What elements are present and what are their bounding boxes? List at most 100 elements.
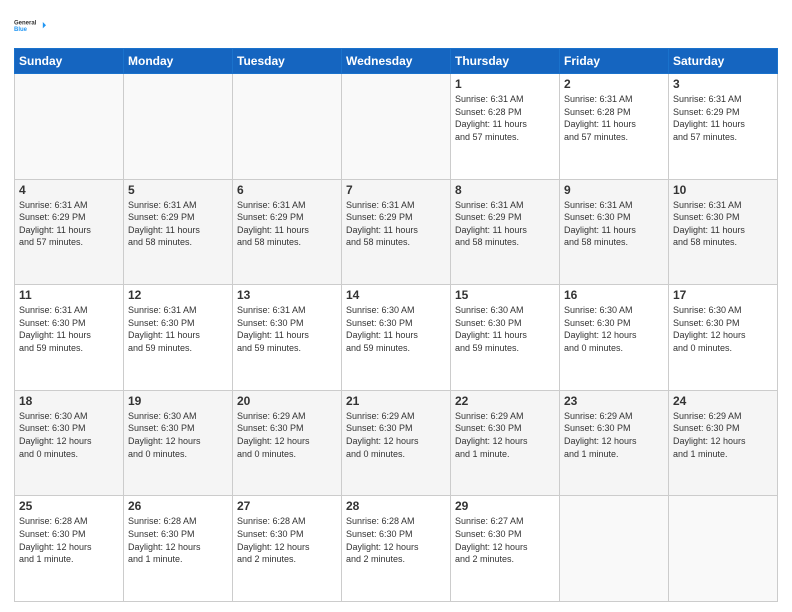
day-number: 16 — [564, 288, 664, 302]
calendar-cell: 13 Sunrise: 6:31 AM Sunset: 6:30 PM Dayli… — [233, 285, 342, 391]
day-number: 1 — [455, 77, 555, 91]
day-info: Sunrise: 6:29 AM Sunset: 6:30 PM Dayligh… — [564, 410, 664, 460]
calendar-cell: 16 Sunrise: 6:30 AM Sunset: 6:30 PM Dayli… — [560, 285, 669, 391]
page-container: General Blue SundayMondayTuesdayWednesda… — [0, 0, 792, 612]
day-info: Sunrise: 6:31 AM Sunset: 6:30 PM Dayligh… — [237, 304, 337, 354]
calendar-cell: 5Sunrise: 6:31 AM Sunset: 6:29 PM Daylig… — [124, 179, 233, 285]
logo-svg: General Blue — [14, 10, 46, 42]
day-info: Sunrise: 6:31 AM Sunset: 6:29 PM Dayligh… — [19, 199, 119, 249]
calendar-cell: 2 Sunrise: 6:31 AM Sunset: 6:28 PM Daylig… — [560, 74, 669, 180]
day-number: 11 — [19, 288, 119, 302]
day-info: Sunrise: 6:31 AM Sunset: 6:29 PM Dayligh… — [346, 199, 446, 249]
calendar-table: SundayMondayTuesdayWednesdayThursdayFrid… — [14, 48, 778, 602]
day-number: 26 — [128, 499, 228, 513]
calendar-cell — [669, 496, 778, 602]
day-info: Sunrise: 6:31 AM Sunset: 6:29 PM Dayligh… — [237, 199, 337, 249]
day-info: Sunrise: 6:31 AM Sunset: 6:29 PM Dayligh… — [673, 93, 773, 143]
day-info: Sunrise: 6:31 AM Sunset: 6:28 PM Dayligh… — [455, 93, 555, 143]
day-info: Sunrise: 6:28 AM Sunset: 6:30 PM Dayligh… — [19, 515, 119, 565]
day-info: Sunrise: 6:27 AM Sunset: 6:30 PM Dayligh… — [455, 515, 555, 565]
day-info: Sunrise: 6:30 AM Sunset: 6:30 PM Dayligh… — [564, 304, 664, 354]
day-number: 14 — [346, 288, 446, 302]
day-header-thursday: Thursday — [451, 49, 560, 74]
calendar-week-row: 11 Sunrise: 6:31 AM Sunset: 6:30 PM Dayli… — [15, 285, 778, 391]
day-number: 3 — [673, 77, 773, 91]
day-number: 9 — [564, 183, 664, 197]
day-header-sunday: Sunday — [15, 49, 124, 74]
day-number: 21 — [346, 394, 446, 408]
header: General Blue — [14, 10, 778, 42]
day-info: Sunrise: 6:29 AM Sunset: 6:30 PM Dayligh… — [346, 410, 446, 460]
calendar-cell: 24 Sunrise: 6:29 AM Sunset: 6:30 PM Dayli… — [669, 390, 778, 496]
calendar-cell: 29 Sunrise: 6:27 AM Sunset: 6:30 PM Dayli… — [451, 496, 560, 602]
day-info: Sunrise: 6:29 AM Sunset: 6:30 PM Dayligh… — [237, 410, 337, 460]
day-info: Sunrise: 6:31 AM Sunset: 6:30 PM Dayligh… — [673, 199, 773, 249]
day-header-saturday: Saturday — [669, 49, 778, 74]
calendar-cell: 11 Sunrise: 6:31 AM Sunset: 6:30 PM Dayli… — [15, 285, 124, 391]
calendar-cell: 25 Sunrise: 6:28 AM Sunset: 6:30 PM Dayli… — [15, 496, 124, 602]
calendar-cell: 21 Sunrise: 6:29 AM Sunset: 6:30 PM Dayli… — [342, 390, 451, 496]
calendar-cell: 19Sunrise: 6:30 AM Sunset: 6:30 PM Dayli… — [124, 390, 233, 496]
calendar-cell: 26 Sunrise: 6:28 AM Sunset: 6:30 PM Dayli… — [124, 496, 233, 602]
calendar-cell: 20 Sunrise: 6:29 AM Sunset: 6:30 PM Dayli… — [233, 390, 342, 496]
calendar-week-row: 25 Sunrise: 6:28 AM Sunset: 6:30 PM Dayli… — [15, 496, 778, 602]
day-number: 10 — [673, 183, 773, 197]
calendar-cell: 6 Sunrise: 6:31 AM Sunset: 6:29 PM Daylig… — [233, 179, 342, 285]
day-info: Sunrise: 6:31 AM Sunset: 6:29 PM Dayligh… — [455, 199, 555, 249]
day-info: Sunrise: 6:31 AM Sunset: 6:28 PM Dayligh… — [564, 93, 664, 143]
calendar-cell: 27 Sunrise: 6:28 AM Sunset: 6:30 PM Dayli… — [233, 496, 342, 602]
calendar-cell: 4 Sunrise: 6:31 AM Sunset: 6:29 PM Daylig… — [15, 179, 124, 285]
day-info: Sunrise: 6:31 AM Sunset: 6:29 PM Dayligh… — [128, 199, 228, 249]
day-number: 22 — [455, 394, 555, 408]
day-number: 24 — [673, 394, 773, 408]
calendar-cell: 18Sunrise: 6:30 AM Sunset: 6:30 PM Dayli… — [15, 390, 124, 496]
day-info: Sunrise: 6:30 AM Sunset: 6:30 PM Dayligh… — [673, 304, 773, 354]
day-header-wednesday: Wednesday — [342, 49, 451, 74]
day-info: Sunrise: 6:29 AM Sunset: 6:30 PM Dayligh… — [673, 410, 773, 460]
day-info: Sunrise: 6:29 AM Sunset: 6:30 PM Dayligh… — [455, 410, 555, 460]
calendar-cell — [15, 74, 124, 180]
day-number: 7 — [346, 183, 446, 197]
svg-text:Blue: Blue — [14, 27, 28, 33]
day-number: 2 — [564, 77, 664, 91]
calendar-cell: 1 Sunrise: 6:31 AM Sunset: 6:28 PM Daylig… — [451, 74, 560, 180]
calendar-week-row: 18Sunrise: 6:30 AM Sunset: 6:30 PM Dayli… — [15, 390, 778, 496]
calendar-cell: 14 Sunrise: 6:30 AM Sunset: 6:30 PM Dayli… — [342, 285, 451, 391]
day-number: 28 — [346, 499, 446, 513]
logo: General Blue — [14, 10, 46, 42]
calendar-cell: 22 Sunrise: 6:29 AM Sunset: 6:30 PM Dayli… — [451, 390, 560, 496]
day-info: Sunrise: 6:28 AM Sunset: 6:30 PM Dayligh… — [128, 515, 228, 565]
day-number: 6 — [237, 183, 337, 197]
calendar-cell: 7 Sunrise: 6:31 AM Sunset: 6:29 PM Daylig… — [342, 179, 451, 285]
day-number: 8 — [455, 183, 555, 197]
day-number: 12 — [128, 288, 228, 302]
day-number: 19 — [128, 394, 228, 408]
calendar-cell: 10 Sunrise: 6:31 AM Sunset: 6:30 PM Dayli… — [669, 179, 778, 285]
calendar-cell — [560, 496, 669, 602]
calendar-header-row: SundayMondayTuesdayWednesdayThursdayFrid… — [15, 49, 778, 74]
day-number: 13 — [237, 288, 337, 302]
calendar-cell: 12 Sunrise: 6:31 AM Sunset: 6:30 PM Dayli… — [124, 285, 233, 391]
day-number: 20 — [237, 394, 337, 408]
calendar-cell: 15Sunrise: 6:30 AM Sunset: 6:30 PM Dayli… — [451, 285, 560, 391]
svg-text:General: General — [14, 20, 37, 26]
day-number: 4 — [19, 183, 119, 197]
calendar-cell: 17 Sunrise: 6:30 AM Sunset: 6:30 PM Dayli… — [669, 285, 778, 391]
day-info: Sunrise: 6:30 AM Sunset: 6:30 PM Dayligh… — [455, 304, 555, 354]
day-number: 29 — [455, 499, 555, 513]
day-number: 25 — [19, 499, 119, 513]
calendar-week-row: 4 Sunrise: 6:31 AM Sunset: 6:29 PM Daylig… — [15, 179, 778, 285]
day-number: 27 — [237, 499, 337, 513]
calendar-cell: 8 Sunrise: 6:31 AM Sunset: 6:29 PM Daylig… — [451, 179, 560, 285]
calendar-cell: 23 Sunrise: 6:29 AM Sunset: 6:30 PM Dayli… — [560, 390, 669, 496]
day-info: Sunrise: 6:31 AM Sunset: 6:30 PM Dayligh… — [128, 304, 228, 354]
day-info: Sunrise: 6:28 AM Sunset: 6:30 PM Dayligh… — [346, 515, 446, 565]
day-info: Sunrise: 6:31 AM Sunset: 6:30 PM Dayligh… — [564, 199, 664, 249]
day-number: 17 — [673, 288, 773, 302]
calendar-cell: 3 Sunrise: 6:31 AM Sunset: 6:29 PM Daylig… — [669, 74, 778, 180]
day-info: Sunrise: 6:28 AM Sunset: 6:30 PM Dayligh… — [237, 515, 337, 565]
day-number: 23 — [564, 394, 664, 408]
day-info: Sunrise: 6:30 AM Sunset: 6:30 PM Dayligh… — [346, 304, 446, 354]
day-info: Sunrise: 6:31 AM Sunset: 6:30 PM Dayligh… — [19, 304, 119, 354]
day-number: 18 — [19, 394, 119, 408]
